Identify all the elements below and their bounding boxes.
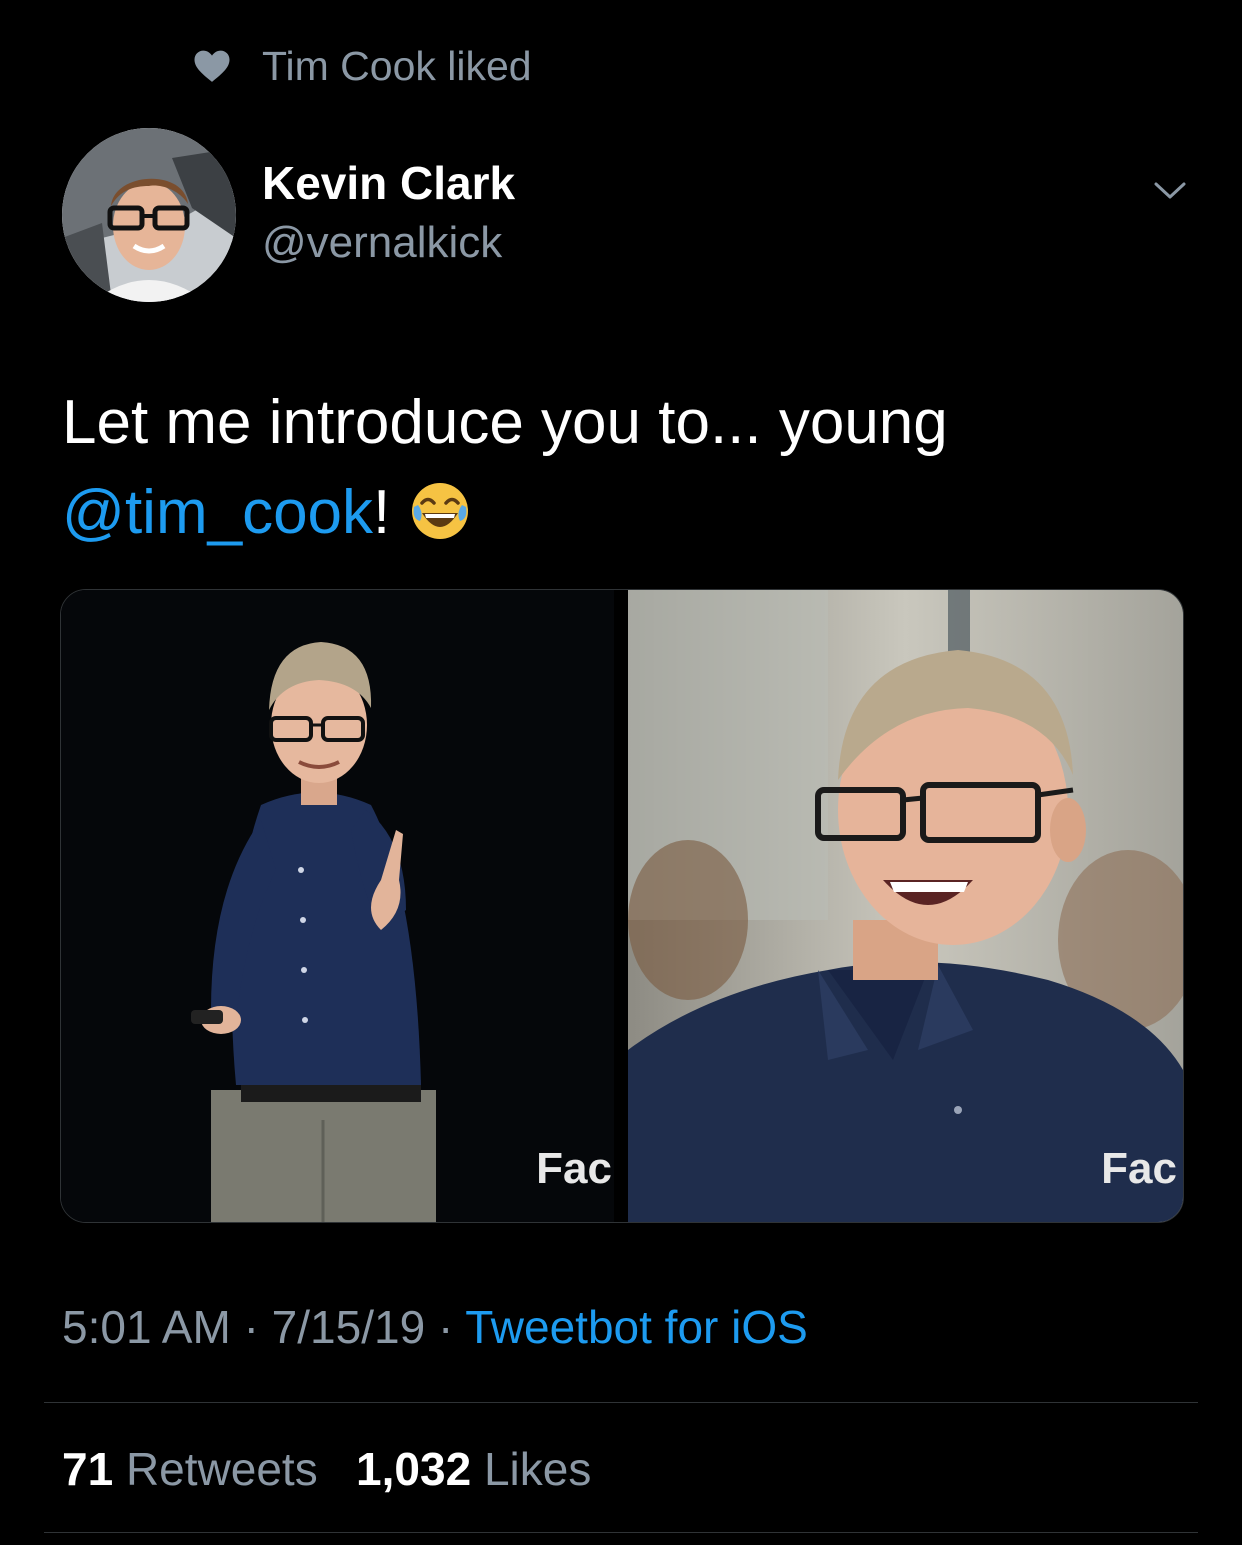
heart-icon bbox=[194, 50, 230, 82]
divider bbox=[44, 1402, 1198, 1403]
meta-separator: · bbox=[437, 1301, 454, 1353]
retweets-count: 71 bbox=[62, 1443, 114, 1495]
tweet-text-before: Let me introduce you to... young bbox=[62, 388, 948, 457]
tweet-meta: 5:01 AM · 7/15/19 · Tweetbot for iOS bbox=[62, 1300, 808, 1354]
tweet-text: Let me introduce you to... young @tim_co… bbox=[62, 378, 1172, 566]
mention-link[interactable]: @tim_cook bbox=[62, 478, 373, 547]
avatar[interactable] bbox=[62, 128, 236, 302]
media-image-1[interactable]: Fac bbox=[61, 590, 614, 1222]
media-grid[interactable]: Fac Fac bbox=[60, 589, 1184, 1223]
tweet-time: 5:01 AM bbox=[62, 1301, 231, 1353]
social-context: Tim Cook liked bbox=[192, 40, 532, 92]
media-image-2[interactable]: Fac bbox=[628, 590, 1183, 1222]
watermark-text: Fac bbox=[536, 1144, 612, 1193]
tweet-text-after: ! bbox=[373, 478, 391, 547]
tweet-date: 7/15/19 bbox=[271, 1301, 426, 1353]
likes-count: 1,032 bbox=[356, 1443, 472, 1495]
author-handle[interactable]: @vernalkick bbox=[262, 218, 502, 268]
avatar-image bbox=[62, 128, 236, 302]
laughing-portrait-photo bbox=[628, 590, 1183, 1222]
likes-label: Likes bbox=[483, 1443, 592, 1495]
watermark-text: Fac bbox=[1101, 1144, 1177, 1193]
divider bbox=[44, 1532, 1198, 1533]
tweet-stats: 71 Retweets 1,032 Likes bbox=[62, 1442, 591, 1496]
likes-stat[interactable]: 1,032 Likes bbox=[356, 1443, 591, 1495]
laughing-emoji-icon bbox=[410, 476, 470, 566]
tweet-source-link[interactable]: Tweetbot for iOS bbox=[465, 1301, 808, 1353]
stage-presenter-photo bbox=[61, 590, 614, 1222]
retweets-stat[interactable]: 71 Retweets bbox=[62, 1443, 318, 1495]
retweets-label: Retweets bbox=[125, 1443, 318, 1495]
author-display-name[interactable]: Kevin Clark bbox=[262, 156, 515, 210]
liked-by-text[interactable]: Tim Cook liked bbox=[262, 43, 532, 90]
meta-separator: · bbox=[243, 1301, 259, 1353]
chevron-down-icon[interactable] bbox=[1150, 170, 1190, 210]
